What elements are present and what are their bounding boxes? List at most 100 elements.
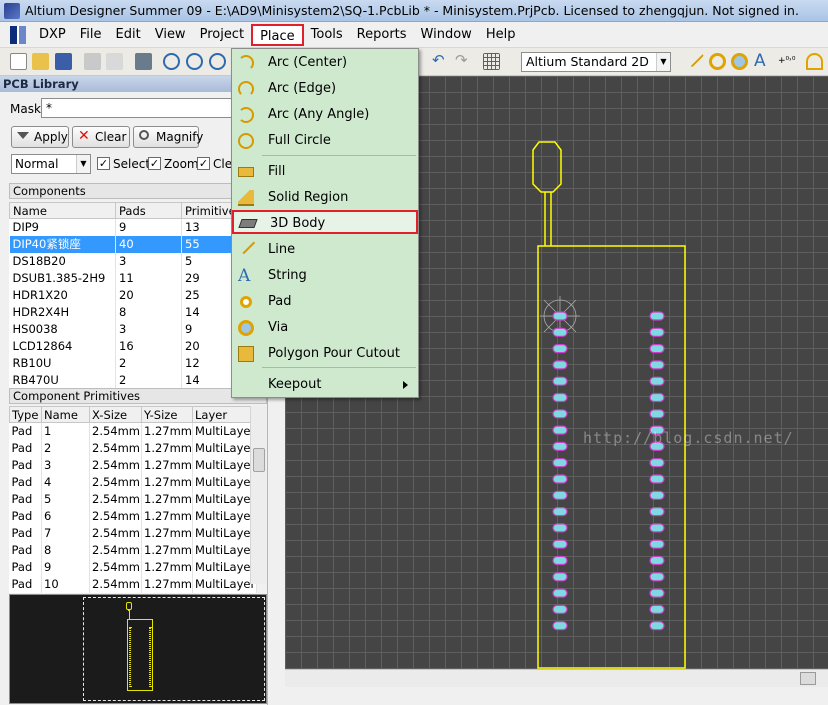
- pad[interactable]: [552, 344, 568, 354]
- view-mode-select[interactable]: Altium Standard 2D ▼: [521, 52, 671, 72]
- pad[interactable]: [649, 555, 665, 566]
- zoom-fit-icon[interactable]: [209, 53, 226, 70]
- open-folder-icon[interactable]: [32, 53, 49, 70]
- menu-reports[interactable]: Reports: [350, 24, 414, 46]
- component-row[interactable]: RB10U 2 12: [9, 354, 267, 372]
- component-row[interactable]: DS18B20 3 5: [9, 252, 267, 270]
- magnify-button[interactable]: Magnify: [133, 126, 203, 148]
- pad[interactable]: [649, 360, 665, 370]
- component-row[interactable]: DIP9 9 13: [9, 218, 267, 236]
- zoom-in-icon[interactable]: [163, 53, 180, 70]
- component-row[interactable]: LCD12864 16 20: [9, 337, 267, 355]
- primitives-scrollbar[interactable]: [250, 406, 266, 584]
- pad[interactable]: [649, 507, 665, 517]
- menu-help[interactable]: Help: [479, 24, 523, 46]
- column-layer[interactable]: Layer: [192, 406, 257, 423]
- pad[interactable]: [552, 507, 568, 517]
- place-menu-item[interactable]: Arc (Center): [232, 51, 418, 75]
- pad[interactable]: [649, 392, 665, 403]
- place-menu-item[interactable]: Keepout: [232, 373, 418, 397]
- mask-mode-select[interactable]: Normal ▼: [11, 154, 91, 174]
- pad[interactable]: [649, 604, 665, 615]
- pad[interactable]: [649, 621, 665, 631]
- primitive-row[interactable]: Pad 7 2.54mm 1.27mm MultiLayer: [9, 524, 257, 542]
- pad[interactable]: [649, 327, 665, 337]
- primitive-row[interactable]: Pad 6 2.54mm 1.27mm MultiLayer: [9, 507, 257, 525]
- clear-button[interactable]: ✕ Clear: [72, 126, 130, 148]
- menu-window[interactable]: Window: [414, 24, 479, 46]
- pad[interactable]: [649, 409, 665, 419]
- column-pads[interactable]: Pads: [115, 202, 182, 219]
- component-row[interactable]: DSUB1.385-2H9 11 29: [9, 269, 267, 287]
- place-menu-item[interactable]: Polygon Pour Cutout: [232, 342, 418, 366]
- pad[interactable]: [552, 490, 568, 500]
- column-name[interactable]: Name: [41, 406, 90, 423]
- pad[interactable]: [552, 572, 568, 582]
- chevron-down-icon[interactable]: ▼: [656, 53, 670, 71]
- column-y-size[interactable]: Y-Size: [140, 406, 194, 423]
- pad[interactable]: [552, 360, 568, 370]
- coordinate-icon[interactable]: +⁰˒⁰: [778, 53, 796, 70]
- pad[interactable]: [552, 523, 568, 533]
- primitive-row[interactable]: Pad 4 2.54mm 1.27mm MultiLayer: [9, 473, 257, 491]
- component-row[interactable]: RB470U 2 14: [9, 371, 267, 389]
- component-row[interactable]: HS0038 3 9: [9, 320, 267, 338]
- pad[interactable]: [552, 555, 568, 566]
- primitive-row[interactable]: Pad 1 2.54mm 1.27mm MultiLayer: [9, 422, 257, 440]
- place-menu-item[interactable]: Line: [232, 235, 418, 262]
- place-via-icon[interactable]: [731, 53, 748, 70]
- pad[interactable]: [552, 539, 568, 549]
- menu-tools[interactable]: Tools: [304, 24, 350, 46]
- scroll-thumb[interactable]: [800, 672, 816, 685]
- primitive-row[interactable]: Pad 10 2.54mm 1.27mm MultiLayer: [9, 575, 257, 593]
- menu-view[interactable]: View: [148, 24, 193, 46]
- pad[interactable]: [552, 458, 568, 468]
- pad[interactable]: [649, 458, 665, 468]
- pad[interactable]: [649, 490, 665, 500]
- component-row[interactable]: DIP40紧锁座 40 55: [9, 235, 267, 253]
- component-row[interactable]: HDR1X20 20 25: [9, 286, 267, 304]
- pad[interactable]: [552, 392, 568, 403]
- pad[interactable]: [552, 604, 568, 615]
- column-type[interactable]: Type: [9, 406, 42, 423]
- pad[interactable]: [552, 327, 568, 337]
- menu-place[interactable]: Place: [251, 23, 304, 46]
- pad[interactable]: [649, 311, 665, 321]
- primitive-row[interactable]: Pad 8 2.54mm 1.27mm MultiLayer: [9, 541, 257, 559]
- menu-project[interactable]: Project: [193, 24, 251, 46]
- save-icon[interactable]: [55, 53, 72, 70]
- pad[interactable]: [649, 588, 665, 598]
- place-menu-item[interactable]: Arc (Any Angle): [232, 103, 418, 127]
- primitive-row[interactable]: Pad 9 2.54mm 1.27mm MultiLayer: [9, 558, 257, 576]
- zoom-checkbox[interactable]: ✓ Zoom: [148, 157, 199, 171]
- place-line-icon[interactable]: [684, 48, 705, 68]
- column-x-size[interactable]: X-Size: [89, 406, 142, 423]
- menu-file[interactable]: File: [73, 24, 109, 46]
- pad[interactable]: [649, 523, 665, 533]
- pad[interactable]: [552, 474, 568, 484]
- place-string-icon[interactable]: A: [754, 53, 771, 70]
- pad[interactable]: [552, 376, 568, 386]
- pad[interactable]: [649, 539, 665, 549]
- place-menu-item[interactable]: Full Circle: [232, 129, 418, 153]
- chevron-down-icon[interactable]: ▼: [76, 155, 90, 173]
- menu-dxp[interactable]: DXP: [32, 24, 73, 46]
- pad[interactable]: [552, 588, 568, 598]
- primitive-row[interactable]: Pad 3 2.54mm 1.27mm MultiLayer: [9, 456, 257, 474]
- pad[interactable]: [552, 621, 568, 631]
- pad[interactable]: [552, 409, 568, 419]
- redo-icon[interactable]: ↷: [455, 53, 472, 70]
- component-row[interactable]: HDR2X4H 8 14: [9, 303, 267, 321]
- pad[interactable]: [649, 376, 665, 386]
- zoom-out-icon[interactable]: [186, 53, 203, 70]
- layer-stack-icon[interactable]: [135, 53, 152, 70]
- place-menu-item[interactable]: A String: [232, 264, 418, 288]
- pad[interactable]: [552, 425, 568, 435]
- pad[interactable]: [552, 311, 568, 321]
- place-menu-item[interactable]: Solid Region: [232, 186, 418, 210]
- print-preview-icon[interactable]: [106, 53, 123, 70]
- primitive-row[interactable]: Pad 2 2.54mm 1.27mm MultiLayer: [9, 439, 257, 457]
- column-name[interactable]: Name: [9, 202, 116, 219]
- place-menu-item[interactable]: Pad: [232, 290, 418, 314]
- print-icon[interactable]: [84, 53, 101, 70]
